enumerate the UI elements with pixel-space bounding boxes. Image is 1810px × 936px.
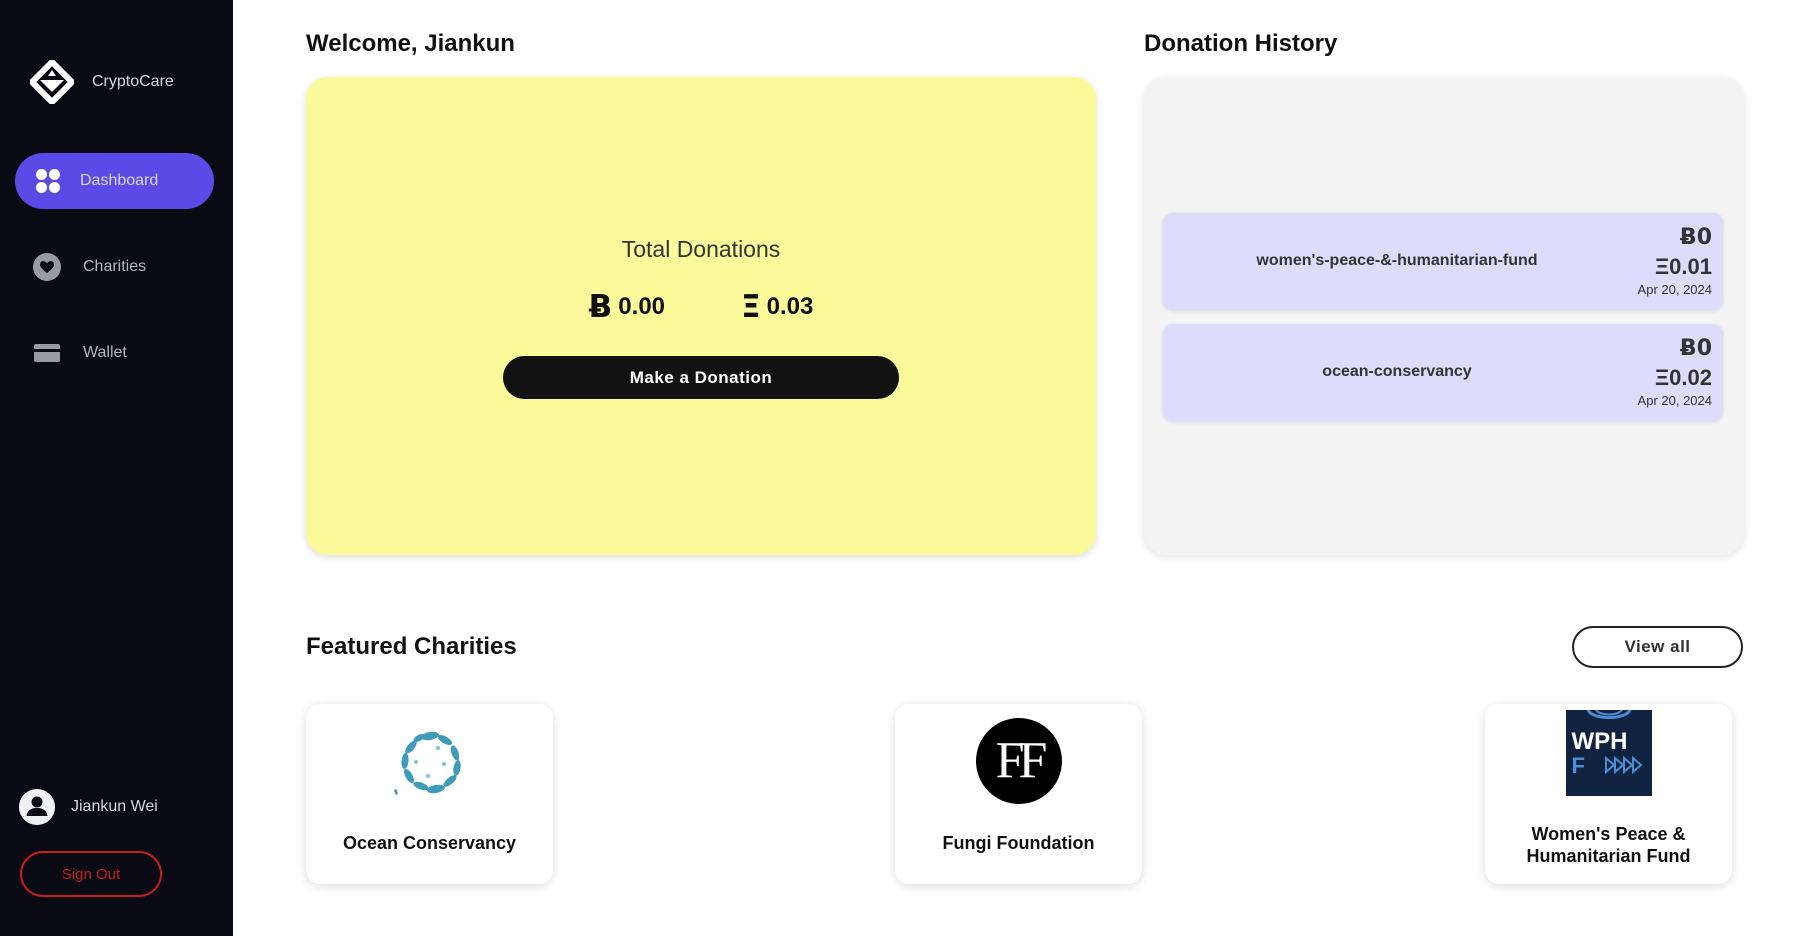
donation-date: Apr 20, 2024 — [1637, 393, 1712, 408]
sidebar-item-charities[interactable]: Charities — [15, 239, 214, 295]
charity-name: Fungi Foundation — [942, 833, 1095, 853]
total-donations-card: Total Donations Ƀ 0.00 Ξ 0.03 Make a Don… — [306, 77, 1096, 555]
ethereum-icon: Ξ — [741, 289, 761, 325]
sidebar-item-label: Charities — [83, 258, 147, 275]
user-profile[interactable]: Jiankun Wei — [19, 789, 158, 825]
donation-btc-amount: Ƀ0 — [1679, 336, 1712, 361]
heart-icon — [33, 253, 61, 281]
eth-total-value: 0.03 — [766, 293, 814, 320]
wphf-logo-text-top: WPH — [1571, 728, 1628, 755]
total-donations-label: Total Donations — [621, 236, 781, 262]
sidebar-item-wallet[interactable]: Wallet — [15, 325, 214, 381]
cryptocare-logo-icon — [30, 60, 74, 104]
brand-name: CryptoCare — [92, 73, 174, 90]
sidebar-item-label: Dashboard — [80, 172, 159, 189]
grid-icon — [34, 167, 62, 195]
total-amounts: Ƀ 0.00 Ξ 0.03 — [306, 289, 1096, 325]
charity-name: Women's Peace & Humanitarian Fund — [1526, 824, 1691, 866]
donation-date: Apr 20, 2024 — [1637, 282, 1712, 297]
bitcoin-icon: Ƀ — [588, 289, 613, 325]
donation-btc-amount: Ƀ0 — [1679, 225, 1712, 250]
donation-history-card: women's-peace-&-humanitarian-fund Ƀ0 Ξ0.… — [1144, 77, 1744, 555]
wphf-logo-text-bottom: F — [1571, 753, 1585, 778]
wallet-icon — [33, 339, 61, 367]
charity-card-fungi-foundation[interactable]: FF Fungi Foundation — [895, 704, 1142, 884]
fungi-foundation-logo-icon: FF — [975, 718, 1062, 804]
donation-eth-amount: Ξ0.02 — [1655, 365, 1712, 390]
donation-history-title: Donation History — [1144, 30, 1338, 57]
page-title: Welcome, Jiankun — [306, 30, 515, 57]
eth-total: Ξ 0.03 — [741, 289, 813, 325]
donation-history-item[interactable]: women's-peace-&-humanitarian-fund Ƀ0 Ξ0.… — [1163, 213, 1723, 310]
brand[interactable]: CryptoCare — [30, 60, 174, 104]
sign-out-button[interactable]: Sign Out — [20, 851, 162, 897]
btc-total-value: 0.00 — [618, 293, 666, 320]
user-icon — [19, 789, 55, 825]
sidebar: CryptoCare Dashboard Charities Wallet Ji… — [0, 0, 233, 936]
donation-history-item[interactable]: ocean-conservancy Ƀ0 Ξ0.02 Apr 20, 2024 — [1163, 324, 1723, 421]
donation-eth-amount: Ξ0.01 — [1655, 254, 1712, 279]
make-donation-button[interactable]: Make a Donation — [503, 356, 899, 399]
user-name: Jiankun Wei — [71, 798, 158, 815]
featured-charities-title: Featured Charities — [306, 633, 517, 660]
charity-card-ocean-conservancy[interactable]: Ocean Conservancy — [306, 704, 553, 884]
donation-charity-name: ocean-conservancy — [1322, 363, 1472, 380]
charity-card-wphf[interactable]: WPH F Women's Peace & Humanitarian Fund — [1485, 704, 1732, 884]
wphf-logo-icon: WPH F — [1565, 710, 1652, 796]
sidebar-item-label: Wallet — [83, 344, 127, 361]
view-all-button[interactable]: View all — [1572, 626, 1743, 668]
btc-total: Ƀ 0.00 — [589, 289, 665, 325]
sidebar-item-dashboard[interactable]: Dashboard — [15, 153, 214, 209]
donation-charity-name: women's-peace-&-humanitarian-fund — [1256, 252, 1538, 269]
charity-name: Ocean Conservancy — [342, 833, 517, 853]
ocean-conservancy-logo-icon — [393, 731, 461, 795]
fungi-foundation-logo-text: FF — [995, 732, 1048, 789]
